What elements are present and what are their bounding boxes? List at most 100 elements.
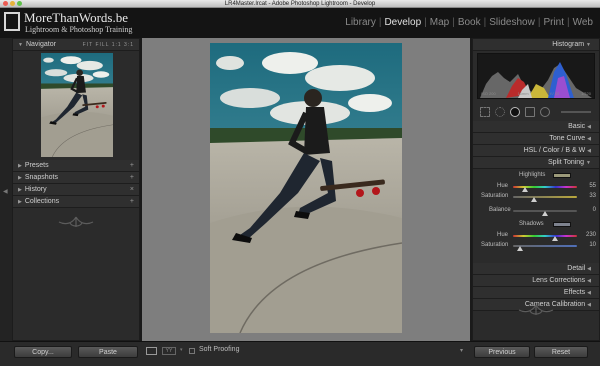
split-toning-header[interactable]: Split Toning ▼ <box>473 157 599 169</box>
collapsed-triangle-icon: ◀ <box>587 148 591 154</box>
collapsed-triangle-icon: ▶ <box>18 199 22 205</box>
photo-image <box>210 43 402 333</box>
module-picker: Library | Develop | Map | Book | Slideshow | … <box>342 17 596 28</box>
iso-value: ISO 200 <box>481 91 496 96</box>
previous-button[interactable]: Previous <box>474 346 530 358</box>
close-window-icon[interactable] <box>3 1 8 6</box>
highlights-saturation-thumb[interactable] <box>531 197 537 202</box>
shadows-hue-label: Hue <box>497 232 509 238</box>
expand-triangle-icon: ▼ <box>586 42 591 48</box>
left-panel: ▼ Navigator FIT FILL 1:1 3:1 ▶ Presets + ▶ S… <box>12 38 140 341</box>
loupe-view-icon[interactable] <box>146 347 157 355</box>
shadows-color-swatch[interactable] <box>553 222 571 227</box>
right-panel: Histogram ▼ ISO 200 16mm f / 22 1/320 Ba… <box>472 38 600 341</box>
highlights-saturation-label: Saturation <box>481 193 509 199</box>
navigator-header[interactable]: ▼ Navigator FIT FILL 1:1 3:1 <box>13 39 139 51</box>
collapsed-triangle-icon: ◀ <box>587 278 591 284</box>
red-eye-tool-icon[interactable] <box>510 107 520 117</box>
hsl-tab[interactable]: HSL <box>524 147 537 154</box>
snapshots-label: Snapshots <box>24 174 58 181</box>
module-web[interactable]: Web <box>570 17 596 28</box>
add-collection-icon[interactable]: + <box>130 196 134 208</box>
soft-proofing-checkbox[interactable] <box>189 348 195 354</box>
graduated-filter-icon[interactable] <box>525 107 535 117</box>
history-header[interactable]: ▶ History × <box>13 184 139 196</box>
collapsed-triangle-icon: ◀ <box>587 302 591 308</box>
left-section-list: ▶ Presets + ▶ Snapshots + ▶ History × ▶ Collect… <box>13 160 139 208</box>
hsl-header[interactable]: HSL / Color / B & W ◀ <box>473 145 599 157</box>
shadows-saturation-thumb[interactable] <box>517 246 523 251</box>
histogram-label: Histogram <box>552 41 585 48</box>
basic-header[interactable]: Basic ◀ <box>473 121 599 133</box>
exif-readout: ISO 200 16mm f / 22 1/320 <box>481 91 591 96</box>
presets-header[interactable]: ▶ Presets + <box>13 160 139 172</box>
collapsed-triangle-icon: ▶ <box>18 163 22 169</box>
window-controls[interactable] <box>3 1 22 6</box>
module-develop[interactable]: Develop <box>381 17 424 28</box>
shadows-label: Shadows <box>519 221 544 227</box>
navigator-label: Navigator <box>25 41 56 48</box>
balance-label: Balance <box>489 207 511 213</box>
bottom-toolbar: Copy... Paste YY ▾ Soft Proofing ▾ Previ… <box>0 341 600 366</box>
presets-label: Presets <box>24 162 49 169</box>
tone-curve-label: Tone Curve <box>549 135 586 142</box>
module-book[interactable]: Book <box>455 17 484 28</box>
shadows-hue-slider[interactable] <box>513 235 577 237</box>
develop-panel-list: Basic ◀ Tone Curve ◀ HSL / Color / B & W… <box>473 121 599 311</box>
highlights-color-swatch[interactable] <box>553 173 571 178</box>
spot-removal-tool-icon[interactable] <box>495 107 505 117</box>
highlights-hue-thumb[interactable] <box>522 187 528 192</box>
radial-filter-icon[interactable] <box>540 107 550 117</box>
left-panel-toggle[interactable]: ◀ <box>0 38 12 341</box>
tone-curve-header[interactable]: Tone Curve ◀ <box>473 133 599 145</box>
navigator-preview[interactable] <box>39 51 115 159</box>
shadows-hue-thumb[interactable] <box>552 236 558 241</box>
collapsed-triangle-icon: ◀ <box>587 290 591 296</box>
crop-tool-icon[interactable] <box>480 107 490 117</box>
highlights-saturation-value[interactable]: 33 <box>589 193 596 199</box>
main-photo[interactable] <box>210 43 402 333</box>
adjustment-brush-slider[interactable] <box>561 111 591 113</box>
histogram-graph[interactable]: ISO 200 16mm f / 22 1/320 <box>477 53 595 99</box>
view-options-chevron-icon[interactable]: ▾ <box>180 347 183 353</box>
copy-settings-button[interactable]: Copy... <box>14 346 72 358</box>
shadows-saturation-value[interactable]: 10 <box>589 242 596 248</box>
brand-title: MoreThanWords.be <box>24 10 129 25</box>
zoom-fill[interactable]: FILL <box>95 42 109 48</box>
zoom-1-1[interactable]: 1:1 <box>112 42 122 48</box>
add-preset-icon[interactable]: + <box>130 160 134 172</box>
highlights-label: Highlights <box>519 172 546 178</box>
lens-corrections-header[interactable]: Lens Corrections ◀ <box>473 275 599 287</box>
before-after-view-icon[interactable]: YY <box>162 347 176 355</box>
clear-history-icon[interactable]: × <box>130 184 134 196</box>
navigator-zoom-options: FIT FILL 1:1 3:1 <box>83 39 134 51</box>
add-snapshot-icon[interactable]: + <box>130 172 134 184</box>
module-map[interactable]: Map <box>427 17 452 28</box>
shadows-hue-value[interactable]: 230 <box>586 232 596 238</box>
balance-value[interactable]: 0 <box>593 207 596 213</box>
highlights-saturation-slider[interactable] <box>513 196 577 198</box>
zoom-fit[interactable]: FIT <box>83 42 93 48</box>
navigator-thumbnail-image <box>39 51 115 159</box>
highlights-hue-label: Hue <box>497 183 509 189</box>
zoom-window-icon[interactable] <box>17 1 22 6</box>
bw-tab[interactable]: B & W <box>565 147 585 154</box>
reset-button[interactable]: Reset <box>534 346 588 358</box>
histogram-header[interactable]: Histogram ▼ <box>473 39 599 51</box>
zoom-3-1[interactable]: 3:1 <box>124 42 134 48</box>
expand-triangle-icon: ▼ <box>18 42 23 48</box>
module-slideshow[interactable]: Slideshow <box>486 17 538 28</box>
collections-header[interactable]: ▶ Collections + <box>13 196 139 208</box>
module-library[interactable]: Library <box>342 17 379 28</box>
toolbar-menu-chevron-icon[interactable]: ▾ <box>460 347 463 354</box>
color-tab[interactable]: Color <box>543 147 560 154</box>
module-print[interactable]: Print <box>540 17 567 28</box>
effects-header[interactable]: Effects ◀ <box>473 287 599 299</box>
minimize-window-icon[interactable] <box>10 1 15 6</box>
highlights-hue-value[interactable]: 55 <box>589 183 596 189</box>
soft-proofing-label[interactable]: Soft Proofing <box>199 346 239 353</box>
balance-thumb[interactable] <box>542 211 548 216</box>
snapshots-header[interactable]: ▶ Snapshots + <box>13 172 139 184</box>
paste-settings-button[interactable]: Paste <box>78 346 138 358</box>
detail-header[interactable]: Detail ◀ <box>473 263 599 275</box>
